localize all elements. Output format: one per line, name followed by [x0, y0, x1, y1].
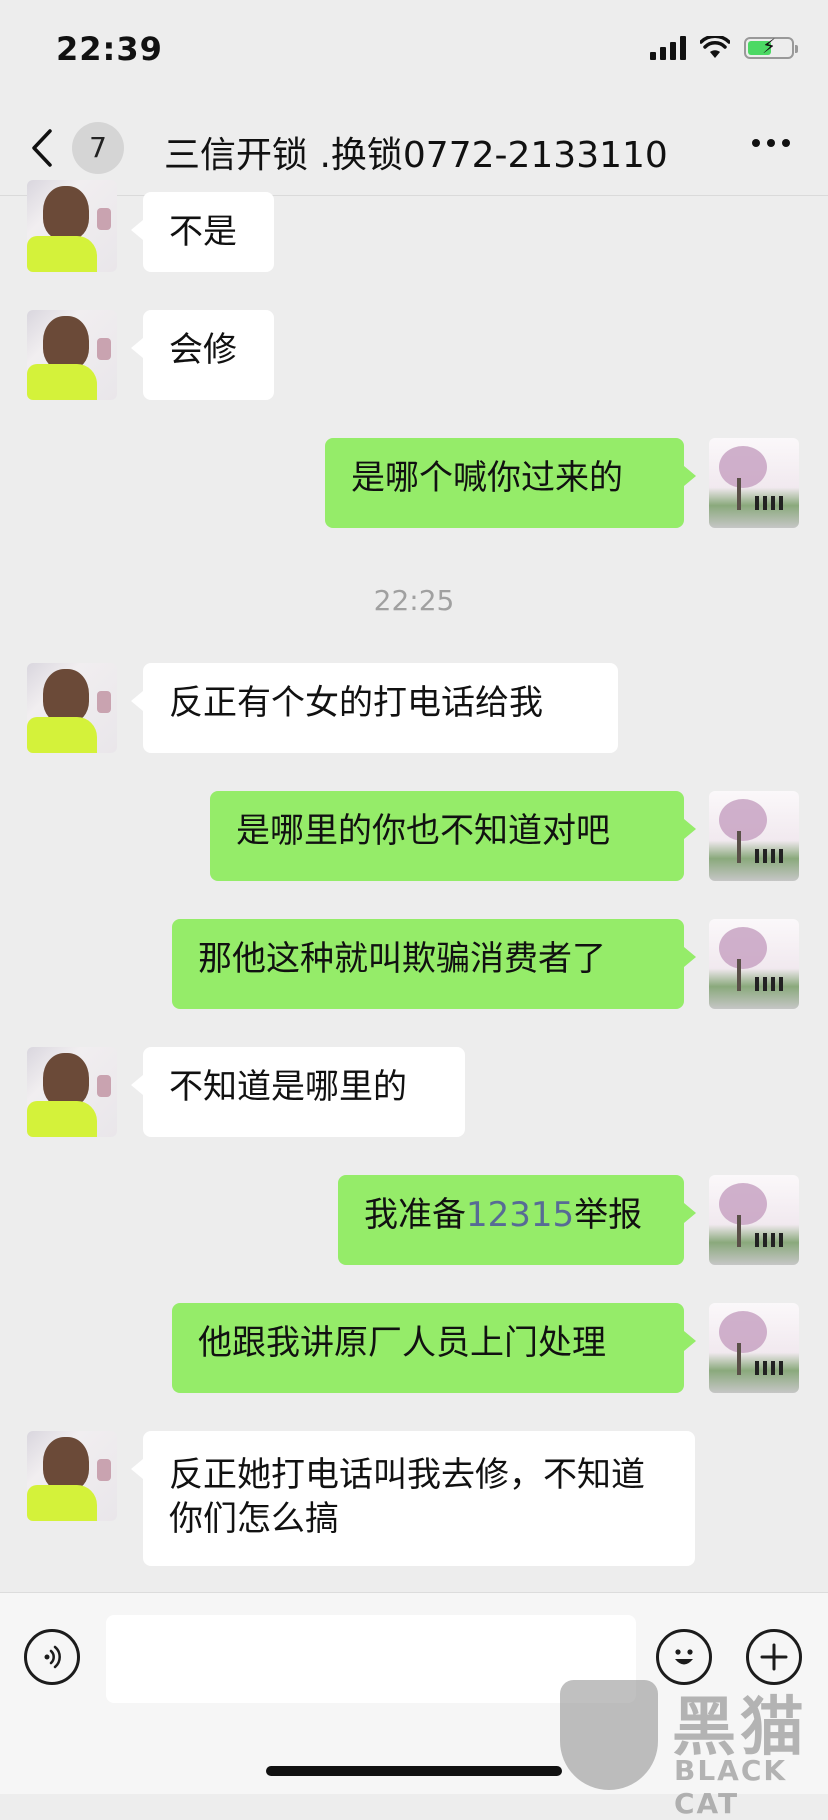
contact-avatar[interactable]: [27, 663, 117, 753]
chat-header: 7 三信开锁 .换锁0772-2133110: [0, 100, 828, 196]
sent-message-bubble[interactable]: 是哪个喊你过来的: [325, 438, 696, 528]
my-avatar[interactable]: [709, 919, 799, 1009]
sent-message-bubble[interactable]: 是哪里的你也不知道对吧: [210, 791, 696, 881]
charging-bolt-icon: ⚡: [761, 34, 777, 58]
more-button[interactable]: [750, 122, 792, 175]
emoji-icon: [675, 1649, 693, 1665]
received-message-bubble[interactable]: 不知道是哪里的: [131, 1047, 465, 1137]
cellular-signal-icon: [650, 36, 686, 60]
contact-avatar[interactable]: [27, 1431, 117, 1521]
status-icons: ⚡: [650, 34, 798, 60]
battery-charging-icon: ⚡: [744, 34, 798, 59]
voice-input-icon: [44, 1645, 61, 1669]
watermark-logo: 黑猫 BLACK CAT: [556, 1676, 828, 1820]
received-message-bubble[interactable]: 反正她打电话叫我去修，不知道你们怎么搞: [131, 1431, 695, 1566]
chat-timestamp: 22:25: [373, 584, 455, 617]
more-dots-icon: [752, 139, 790, 147]
contact-avatar[interactable]: [27, 310, 117, 400]
wifi-icon: [700, 36, 730, 58]
chat-title: 三信开锁 .换锁0772-2133110: [164, 135, 668, 176]
status-bar: 22:39 ⚡: [0, 0, 828, 100]
message-text: 举报: [574, 1195, 643, 1235]
status-time: 22:39: [56, 30, 163, 68]
plus-icon: [760, 1643, 788, 1671]
sent-message-bubble[interactable]: 我准备12315举报: [338, 1175, 696, 1265]
contact-avatar[interactable]: [27, 180, 117, 272]
cat-shield-icon: [560, 1680, 658, 1790]
voice-input-button[interactable]: [24, 1629, 80, 1685]
received-message-bubble[interactable]: 不是: [131, 192, 274, 272]
received-message-bubble[interactable]: 会修: [131, 310, 274, 400]
my-avatar[interactable]: [709, 791, 799, 881]
back-button[interactable]: [28, 128, 54, 175]
home-indicator: [266, 1766, 562, 1776]
phone-number-link[interactable]: 12315: [466, 1195, 574, 1235]
contact-avatar[interactable]: [27, 1047, 117, 1137]
my-avatar[interactable]: [709, 1175, 799, 1265]
chevron-left-icon: [32, 129, 52, 167]
my-avatar[interactable]: [709, 1303, 799, 1393]
watermark-english-text: BLACK CAT: [674, 1754, 788, 1820]
message-text: 我准备: [364, 1195, 466, 1235]
received-message-bubble[interactable]: 反正有个女的打电话给我: [131, 663, 618, 753]
sent-message-bubble[interactable]: 他跟我讲原厂人员上门处理: [172, 1303, 696, 1393]
unread-count-badge[interactable]: 7: [72, 122, 124, 174]
sent-message-bubble[interactable]: 那他这种就叫欺骗消费者了: [172, 919, 696, 1009]
my-avatar[interactable]: [709, 438, 799, 528]
